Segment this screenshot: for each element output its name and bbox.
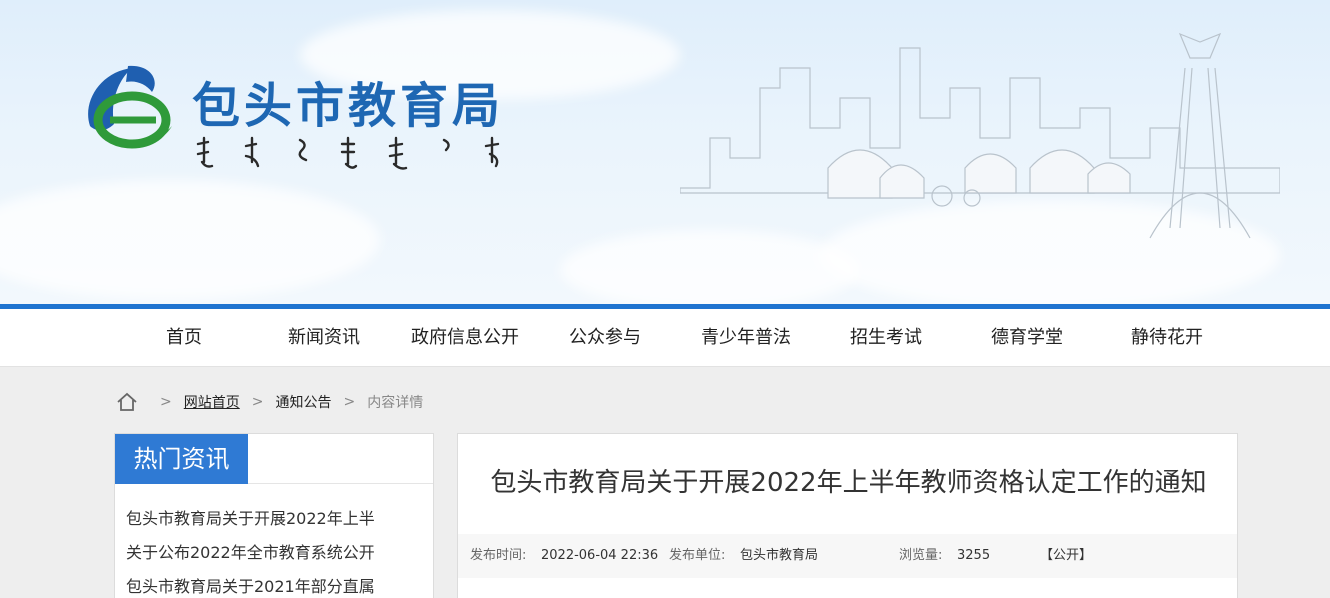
sidebar-header: 热门资讯 (115, 434, 433, 484)
nav-item-moral-education[interactable]: 德育学堂 (957, 309, 1097, 367)
open-status-tag: 【公开】 (1040, 548, 1093, 563)
breadcrumb-separator: > (251, 394, 264, 410)
city-skyline-illustration (680, 32, 1280, 239)
nav-item-public-participation[interactable]: 公众参与 (535, 309, 675, 367)
list-item[interactable]: 包头市教育局关于2021年部分直属 (115, 570, 415, 598)
publish-unit-label: 发布单位: (669, 548, 726, 563)
sidebar-heading: 热门资讯 (115, 434, 248, 484)
view-count-value: 3255 (957, 548, 991, 563)
nav-item-youth-law[interactable]: 青少年普法 (676, 309, 816, 367)
breadcrumb: > 网站首页 > 通知公告 > 内容详情 (116, 390, 423, 414)
nav-item-home[interactable]: 首页 (114, 309, 254, 367)
publish-unit-value: 包头市教育局 (740, 548, 819, 563)
home-icon[interactable] (116, 391, 138, 413)
bureau-logo-icon (88, 65, 172, 149)
article-meta: 发布时间: 2022-06-04 22:36 发布单位: 包头市教育局 浏览量:… (458, 534, 1237, 578)
breadcrumb-site-home[interactable]: 网站首页 (184, 392, 240, 412)
nav-item-gov-info[interactable]: 政府信息公开 (395, 309, 535, 367)
breadcrumb-current: 内容详情 (367, 395, 424, 411)
article-title: 包头市教育局关于开展2022年上半年教师资格认定工作的通知 (490, 468, 1207, 498)
breadcrumb-separator: > (160, 394, 172, 410)
nav-item-enrollment[interactable]: 招生考试 (816, 309, 956, 367)
nav-item-blossom[interactable]: 静待花开 (1097, 309, 1237, 367)
list-item[interactable]: 关于公布2022年全市教育系统公开 (115, 536, 415, 570)
hot-news-sidebar: 热门资讯 包头市教育局关于开展2022年上半 关于公布2022年全市教育系统公开… (114, 433, 434, 598)
breadcrumb-separator: > (343, 394, 356, 410)
list-item[interactable]: 包头市教育局关于开展2022年上半 (115, 502, 415, 536)
view-count-label: 浏览量: (899, 548, 943, 563)
hot-news-list: 包头市教育局关于开展2022年上半 关于公布2022年全市教育系统公开 包头市教… (115, 484, 433, 598)
cloud-decoration (0, 180, 380, 300)
main-nav: 首页 新闻资讯 政府信息公开 公众参与 青少年普法 招生考试 德育学堂 静待花开 (0, 309, 1330, 367)
publish-date-label: 发布时间: (470, 548, 527, 563)
site-title: 包头市教育局 (192, 78, 505, 134)
article-panel: 包头市教育局关于开展2022年上半年教师资格认定工作的通知 发布时间: 2022… (457, 433, 1238, 598)
mongolian-script-logo (196, 136, 500, 170)
breadcrumb-section[interactable]: 通知公告 (275, 392, 331, 412)
nav-item-news[interactable]: 新闻资讯 (254, 309, 394, 367)
header-banner: 包头市教育局 (0, 0, 1330, 304)
publish-date-value: 2022-06-04 22:36 (541, 548, 659, 563)
